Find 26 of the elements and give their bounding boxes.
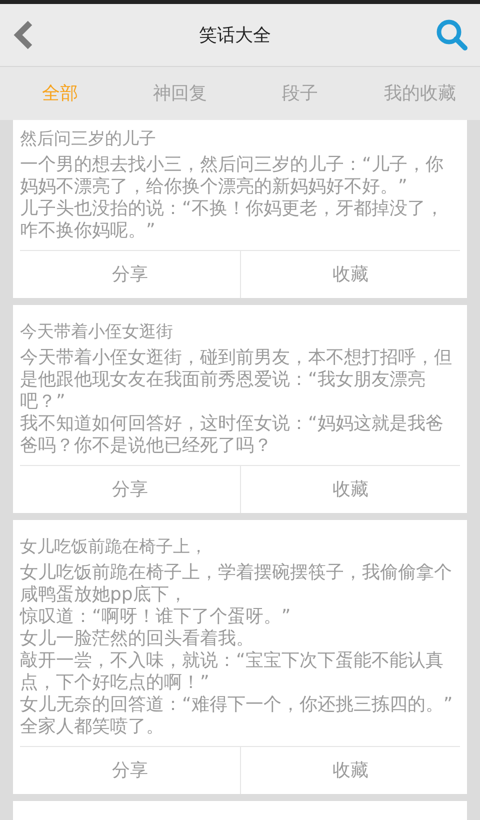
tab[interactable]: 全部 (0, 80, 120, 107)
tab[interactable]: 段子 (240, 80, 360, 107)
action-button[interactable]: 分享 (20, 251, 240, 298)
joke-text: 敲开一尝，不入味，就说：“宝宝下次下蛋能不能认真点，下个好吃点的啊！” (20, 650, 444, 694)
action-button[interactable]: 收藏 (240, 466, 460, 513)
joke-text: 惊叹道：“啊呀！谁下了个蛋呀。” (20, 606, 292, 628)
action-button[interactable]: 分享 (20, 747, 240, 794)
joke-text: 女儿吃饭前跪在椅子上，学着摆碗摆筷子，我偷偷拿个咸鸭蛋放她pp底下， (20, 562, 453, 606)
action-button[interactable]: 收藏 (240, 251, 460, 298)
page-title: 笑话大全 (199, 24, 271, 48)
action-button[interactable]: 分享 (20, 466, 240, 513)
joke-title: 女儿吃饭前跪在椅子上， (20, 536, 208, 559)
joke-text: 一个男的想去找小三，然后问三岁的儿子：“儿子，你妈妈不漂亮了，给你换个漂亮的新妈妈好不好。” (20, 154, 444, 198)
joke-title: 然后问三岁的儿子 (20, 128, 157, 151)
back-icon[interactable] (12, 20, 34, 50)
joke-text: 全家人都笑喷了。 (20, 716, 165, 738)
action-button[interactable]: 收藏 (240, 747, 460, 794)
joke-text: 女儿一脸茫然的回头看着我。 (20, 628, 255, 650)
tab[interactable]: 神回复 (120, 80, 240, 107)
joke-title: 今天带着小侄女逛街 (20, 321, 174, 344)
joke-text: 女儿无奈的回答道：“难得下一个，你还挑三拣四的。” (20, 694, 454, 716)
joke-text: 今天带着小侄女逛街，碰到前男友，本不想打招呼，但是他跟他现女友在我面前秀恩爱说：“我女朋友漂亮吧？” (20, 347, 453, 413)
tab[interactable]: 我的收藏 (360, 80, 480, 107)
search-icon[interactable] (436, 19, 468, 51)
joke-text: 我不知道如何回答好，这时侄女说：“妈妈这就是我爸爸吗？你不是说他已经死了吗？ (20, 413, 444, 457)
joke-text: 儿子头也没抬的说：“不换！你妈更老，牙都掉没了，咋不换你妈呢。” (20, 198, 444, 242)
